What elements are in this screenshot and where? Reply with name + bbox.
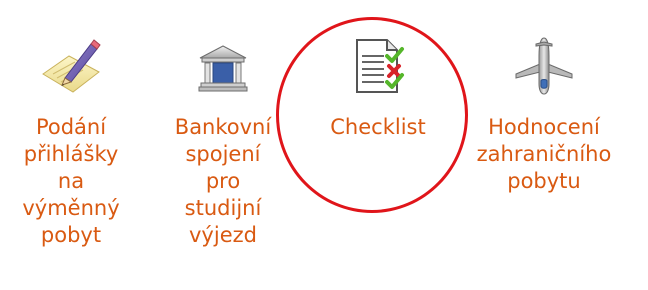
menu-bar: Podání přihlášky na výměnný pobyt Bankov… xyxy=(0,0,648,290)
menu-item-label: Podání přihlášky na výměnný pobyt xyxy=(22,115,120,247)
menu-item-stay-evaluation[interactable]: Hodnocení zahraničního pobytu xyxy=(462,0,626,195)
pencil-paper-icon xyxy=(42,39,101,93)
bank-building-icon xyxy=(198,45,248,92)
menu-item-application[interactable]: Podání přihlášky na výměnný pobyt xyxy=(0,0,142,249)
menu-item-label: Hodnocení zahraničního pobytu xyxy=(476,115,612,193)
menu-item-label: Bankovní spojení pro studijní výjezd xyxy=(174,115,272,247)
airplane-icon xyxy=(515,37,573,95)
checklist-icon xyxy=(356,39,404,93)
menu-item-label: Checklist xyxy=(330,115,426,139)
menu-item-checklist[interactable]: Checklist xyxy=(305,0,451,141)
menu-item-bank-account[interactable]: Bankovní spojení pro studijní výjezd xyxy=(152,0,294,249)
